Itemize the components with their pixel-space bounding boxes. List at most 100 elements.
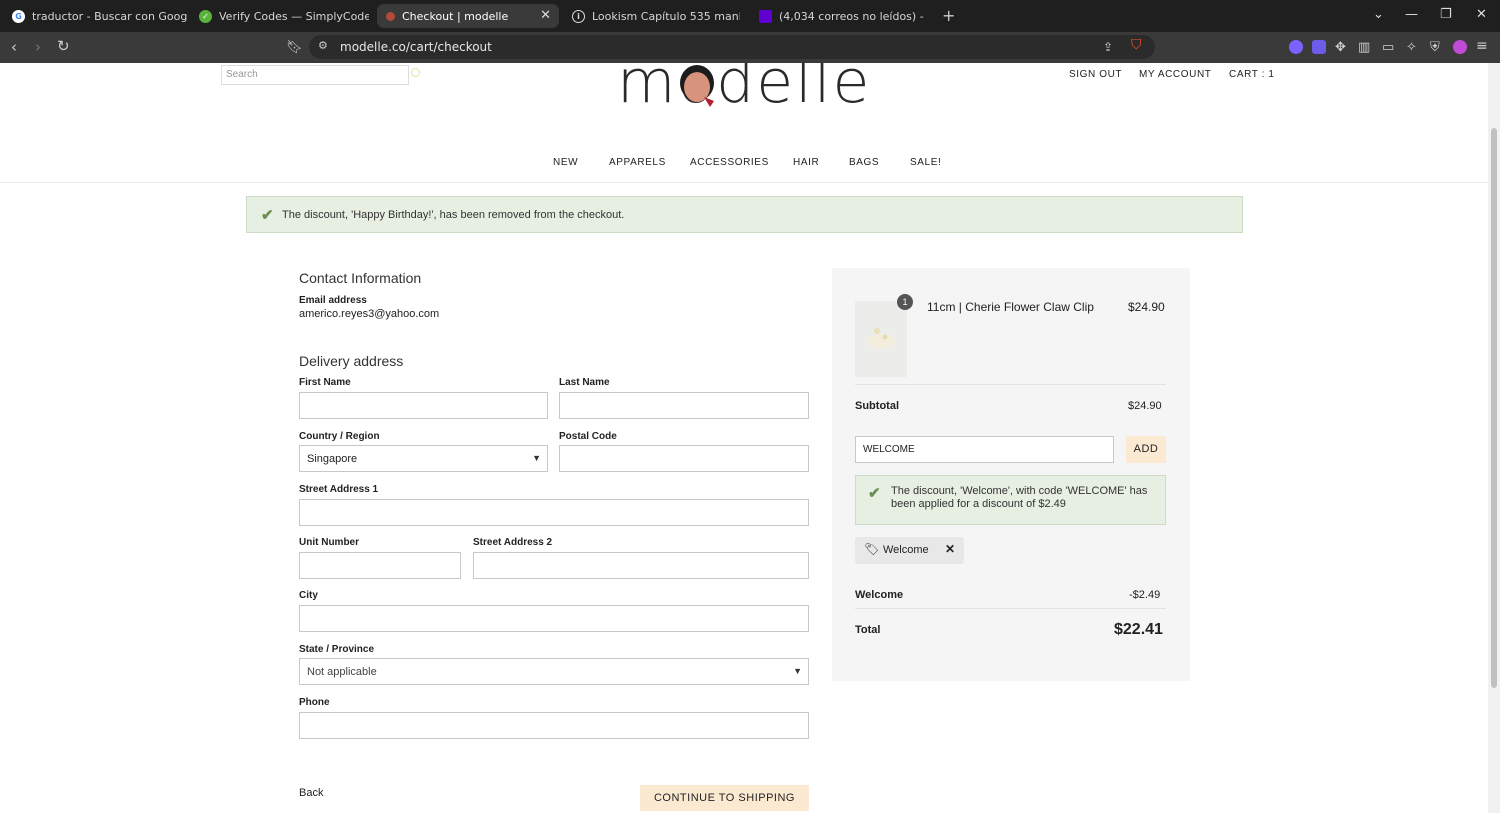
first-name-label: First Name <box>299 377 351 388</box>
discount-code-input[interactable]: WELCOME <box>855 436 1114 463</box>
sidebar-icon[interactable]: ▥ <box>1358 40 1370 55</box>
nav-apparels[interactable]: APPARELS <box>609 157 666 168</box>
search-input[interactable]: Search <box>221 65 409 85</box>
discount-removed-notice: ✔ The discount, 'Happy Birthday!', has b… <box>246 196 1243 233</box>
claw-clip-image <box>867 328 895 348</box>
nav-bags[interactable]: BAGS <box>849 157 879 168</box>
leo-ai-icon[interactable]: ✧ <box>1406 40 1417 55</box>
page-scrollbar[interactable] <box>1488 63 1500 813</box>
share-icon[interactable]: ⇪ <box>1103 40 1113 55</box>
chevron-down-icon: ▼ <box>532 453 541 463</box>
discount-line-label: Welcome <box>855 589 904 601</box>
profile-icon[interactable] <box>1453 40 1467 54</box>
simplycodes-icon: ✓ <box>199 9 212 23</box>
unit-number-field[interactable] <box>299 552 461 579</box>
tab-search-chevron-icon[interactable]: ⌄ <box>1373 7 1384 22</box>
first-name-field[interactable] <box>299 392 548 419</box>
close-window-icon[interactable]: ✕ <box>1476 7 1487 22</box>
close-tab-icon[interactable]: ✕ <box>540 8 551 23</box>
address-bar[interactable]: ⚙ modelle.co/cart/checkout ⇪ ⛉ <box>309 35 1155 59</box>
tab-checkout[interactable]: Checkout | modelle ✕ <box>377 4 559 28</box>
scrollbar-thumb[interactable] <box>1491 128 1497 688</box>
nav-divider <box>0 182 1488 183</box>
discount-applied-notice: ✔ The discount, 'Welcome', with code 'WE… <box>855 475 1166 525</box>
modelle-icon <box>386 11 395 21</box>
back-link[interactable]: Back <box>299 787 323 799</box>
postal-code-field[interactable] <box>559 445 809 472</box>
street-address-2-field[interactable] <box>473 552 809 579</box>
phone-label: Phone <box>299 697 330 708</box>
menu-icon[interactable]: ≡ <box>1476 39 1488 54</box>
nav-sale[interactable]: SALE! <box>910 157 941 168</box>
last-name-field[interactable] <box>559 392 809 419</box>
street-address-2-label: Street Address 2 <box>473 537 553 548</box>
last-name-label: Last Name <box>559 377 610 388</box>
discount-applied-message: The discount, 'Welcome', with code 'WELC… <box>891 485 1148 510</box>
subtotal-value: $24.90 <box>1128 400 1162 412</box>
restore-icon[interactable]: ❐ <box>1440 7 1452 22</box>
chevron-down-icon: ▼ <box>793 666 802 676</box>
summary-divider <box>855 608 1166 609</box>
city-label: City <box>299 590 318 601</box>
logo-face-icon <box>680 65 714 107</box>
forward-icon[interactable]: › <box>35 40 41 55</box>
wallet-icon[interactable]: ▭ <box>1382 40 1394 55</box>
extension-2-icon[interactable] <box>1312 40 1326 54</box>
extensions-puzzle-icon[interactable]: ✥ <box>1335 40 1346 55</box>
remove-discount-icon[interactable]: ✕ <box>945 542 955 556</box>
cart-link[interactable]: CART : 1 <box>1229 69 1275 80</box>
state-select[interactable]: Not applicable ▼ <box>299 658 809 685</box>
delivery-heading: Delivery address <box>299 353 404 369</box>
checkout-page: Search modelle SIGN OUT MY ACCOUNT CART … <box>0 63 1488 813</box>
add-discount-button[interactable]: ADD <box>1126 436 1166 463</box>
browser-tab-bar: G traductor - Buscar con Google ✓ Verify… <box>0 0 1500 32</box>
nav-accessories[interactable]: ACCESSORIES <box>690 157 769 168</box>
new-tab-icon[interactable]: + <box>942 6 955 25</box>
search-icon[interactable] <box>411 68 420 77</box>
quantity-badge: 1 <box>897 294 913 310</box>
bookmark-icon[interactable]: 🔖︎ <box>286 40 303 55</box>
tab-google[interactable]: G traductor - Buscar con Google <box>12 4 188 28</box>
minimize-icon[interactable]: — <box>1405 7 1418 22</box>
city-field[interactable] <box>299 605 809 632</box>
email-value: americo.reyes3@yahoo.com <box>299 308 440 320</box>
site-logo[interactable]: modelle <box>617 63 871 117</box>
tab-simplycodes[interactable]: ✓ Verify Codes — SimplyCodes <box>199 4 369 28</box>
site-settings-icon[interactable]: ⚙ <box>318 39 328 52</box>
email-label: Email address <box>299 295 367 306</box>
state-label: State / Province <box>299 644 375 655</box>
tag-icon: 🏷︎ <box>864 542 880 556</box>
product-thumbnail <box>855 301 907 377</box>
vpn-icon[interactable]: ⛨ <box>1430 40 1440 55</box>
my-account-link[interactable]: MY ACCOUNT <box>1139 69 1212 80</box>
info-icon: i <box>572 9 585 23</box>
street-address-1-label: Street Address 1 <box>299 484 379 495</box>
summary-divider <box>855 384 1166 385</box>
back-icon[interactable]: ‹ <box>11 40 17 55</box>
total-value: $22.41 <box>1114 621 1163 638</box>
tab-title: (4,034 correos no leídos) - americo. <box>779 9 925 23</box>
url-text: modelle.co/cart/checkout <box>340 40 492 54</box>
street-address-1-field[interactable] <box>299 499 809 526</box>
nav-new[interactable]: NEW <box>553 157 578 168</box>
order-summary: 1 11cm | Cherie Flower Claw Clip $24.90 … <box>832 268 1190 681</box>
country-select[interactable]: Singapore ▼ <box>299 445 548 472</box>
postal-code-label: Postal Code <box>559 431 617 442</box>
tab-title: Lookism Capítulo 535 manhwa | Ma <box>592 9 740 23</box>
brave-shield-icon[interactable]: ⛉ <box>1131 38 1142 53</box>
tab-lookism[interactable]: i Lookism Capítulo 535 manhwa | Ma <box>572 4 740 28</box>
tab-yahoo-mail[interactable]: (4,034 correos no leídos) - americo. <box>759 4 925 28</box>
sign-out-link[interactable]: SIGN OUT <box>1069 69 1122 80</box>
country-label: Country / Region <box>299 431 380 442</box>
product-price: $24.90 <box>1128 300 1165 314</box>
subtotal-label: Subtotal <box>855 400 899 412</box>
google-icon: G <box>12 9 25 23</box>
state-value: Not applicable <box>307 666 377 678</box>
extension-1-icon[interactable] <box>1289 40 1303 54</box>
continue-to-shipping-button[interactable]: CONTINUE TO SHIPPING <box>640 785 809 811</box>
phone-field[interactable] <box>299 712 809 739</box>
reload-icon[interactable]: ↻ <box>57 39 70 54</box>
nav-hair[interactable]: HAIR <box>793 157 819 168</box>
check-icon: ✔ <box>261 207 274 224</box>
discount-line-value: -$2.49 <box>1129 589 1161 601</box>
